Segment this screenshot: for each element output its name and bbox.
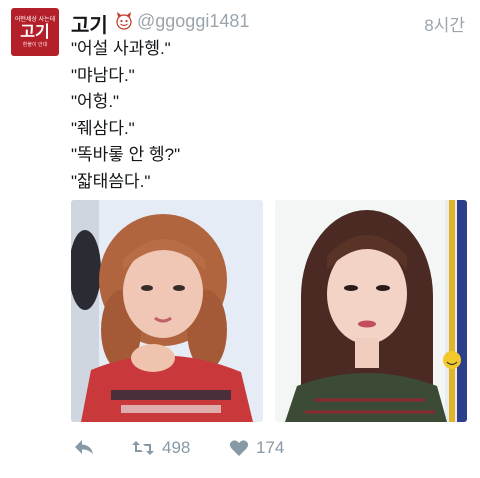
- like-count: 174: [256, 438, 285, 457]
- tweet-line: "먀남다.": [71, 65, 135, 85]
- tweet-line: "어설 사과헹.": [71, 39, 171, 58]
- tweet-line: "어헝.": [71, 92, 120, 112]
- heart-icon: [229, 440, 249, 456]
- reply-button[interactable]: [73, 438, 95, 456]
- retweet-button[interactable]: 498: [131, 438, 190, 458]
- tweet-actions: 498 174: [71, 438, 401, 462]
- avatar[interactable]: 어떤세상 사는데 고기 환불이 안대: [11, 8, 59, 56]
- tweet-text: "어설 사과헹." "먀남다." "어헝." "줴삼다." "똑바롷 안 헹?"…: [71, 36, 180, 196]
- tweet-line: "줴삼다.": [71, 118, 135, 138]
- tweet-header: 고기 @ggoggi1481 8시간: [71, 9, 465, 38]
- display-name[interactable]: 고기: [71, 9, 108, 38]
- attached-photo-left[interactable]: [71, 200, 263, 422]
- photo-right-illustration: [275, 200, 467, 422]
- attached-photo-right[interactable]: [275, 200, 467, 422]
- like-button[interactable]: 174: [229, 438, 284, 458]
- retweet-count: 498: [162, 438, 191, 457]
- reply-icon: [75, 440, 93, 454]
- avatar-text-main: 고기: [20, 23, 50, 41]
- avatar-text-top: 어떤세상 사는데: [14, 16, 56, 23]
- avatar-text-bottom: 환불이 안대: [22, 41, 48, 48]
- devil-face-icon: [116, 12, 132, 30]
- tweet-line: "똑바롷 안 헹?": [71, 145, 181, 165]
- tweet-card[interactable]: 어떤세상 사는데 고기 환불이 안대 고기 @ggoggi1481 8시간 "어…: [0, 0, 480, 478]
- tweet-line: "잛태씀다.": [71, 171, 151, 191]
- timestamp[interactable]: 8시간: [424, 11, 465, 36]
- user-handle[interactable]: @ggoggi1481: [137, 11, 249, 32]
- photo-left-illustration: [71, 200, 263, 422]
- retweet-icon: [132, 441, 154, 455]
